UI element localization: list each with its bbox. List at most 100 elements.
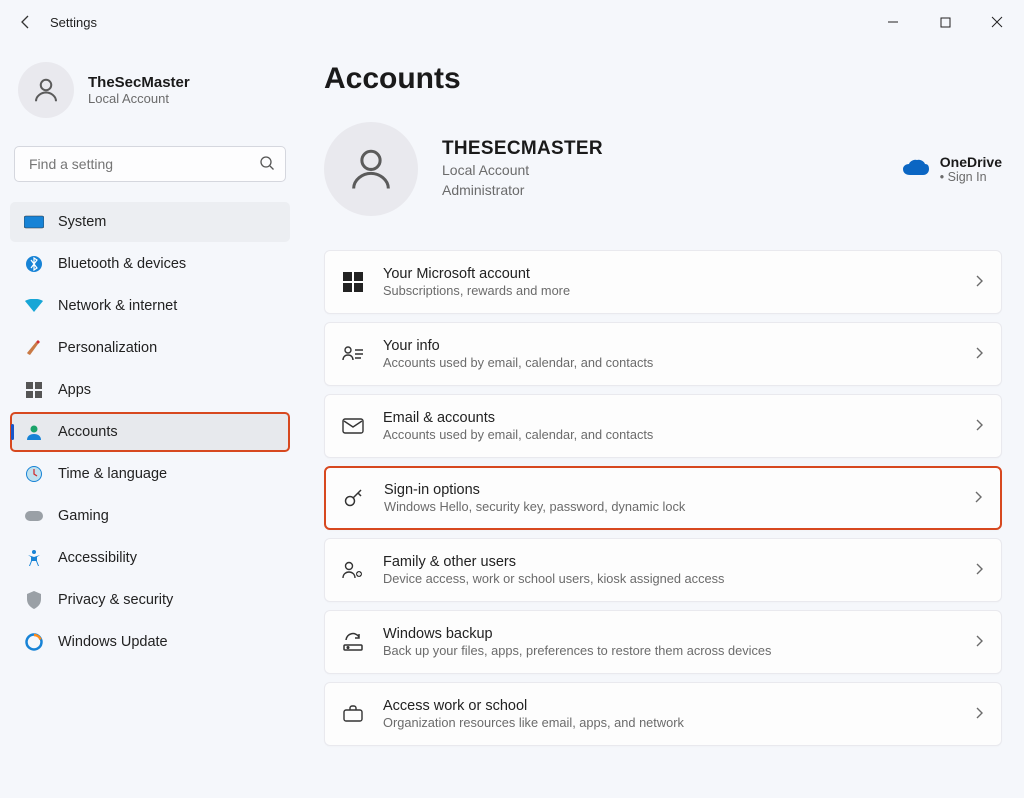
minimize-icon — [887, 16, 899, 28]
avatar — [324, 122, 418, 216]
card-family-users[interactable]: Family & other users Device access, work… — [324, 538, 1002, 602]
sidebar-profile[interactable]: TheSecMaster Local Account — [10, 52, 290, 138]
card-subtitle: Subscriptions, rewards and more — [383, 283, 957, 298]
account-type: Local Account — [442, 160, 603, 180]
key-icon — [342, 486, 366, 510]
onedrive-label: OneDrive — [940, 154, 1002, 170]
sidebar-item-accounts[interactable]: Accounts — [10, 412, 290, 452]
close-button[interactable] — [974, 6, 1020, 38]
chevron-right-icon — [975, 346, 983, 362]
sidebar-item-label: Apps — [58, 382, 91, 398]
sidebar-item-accessibility[interactable]: Accessibility — [10, 538, 290, 578]
apps-icon — [24, 380, 44, 400]
sidebar-item-privacy[interactable]: Privacy & security — [10, 580, 290, 620]
account-header: THESECMASTER Local Account Administrator… — [324, 122, 1002, 216]
profile-subtitle: Local Account — [88, 91, 190, 106]
main-panel: Accounts THESECMASTER Local Account Admi… — [300, 44, 1024, 798]
close-icon — [991, 16, 1003, 28]
email-icon — [341, 414, 365, 438]
onedrive-tile[interactable]: OneDrive Sign In — [902, 154, 1002, 184]
sidebar-item-label: Privacy & security — [58, 592, 173, 608]
sidebar-item-label: Bluetooth & devices — [58, 256, 186, 272]
card-subtitle: Organization resources like email, apps,… — [383, 715, 957, 730]
sidebar-item-label: Personalization — [58, 340, 157, 356]
title-bar: Settings — [0, 0, 1024, 44]
sidebar-nav: System Bluetooth & devices Network & int… — [10, 202, 290, 662]
card-sign-in-options[interactable]: Sign-in options Windows Hello, security … — [324, 466, 1002, 530]
card-microsoft-account[interactable]: Your Microsoft account Subscriptions, re… — [324, 250, 1002, 314]
briefcase-icon — [341, 702, 365, 726]
card-title: Your Microsoft account — [383, 266, 957, 282]
card-subtitle: Accounts used by email, calendar, and co… — [383, 427, 957, 442]
backup-icon — [341, 630, 365, 654]
card-title: Your info — [383, 338, 957, 354]
person-icon — [31, 75, 61, 105]
sidebar-item-label: Windows Update — [58, 634, 168, 650]
card-title: Access work or school — [383, 698, 957, 714]
profile-name: TheSecMaster — [88, 74, 190, 91]
page-title: Accounts — [324, 62, 1002, 96]
sidebar-item-label: Accessibility — [58, 550, 137, 566]
card-subtitle: Device access, work or school users, kio… — [383, 571, 957, 586]
sidebar-item-label: Time & language — [58, 466, 167, 482]
accounts-icon — [24, 422, 44, 442]
maximize-button[interactable] — [922, 6, 968, 38]
person-icon — [345, 143, 397, 195]
chevron-right-icon — [975, 418, 983, 434]
chevron-right-icon — [975, 634, 983, 650]
your-info-icon — [341, 342, 365, 366]
paintbrush-icon — [24, 338, 44, 358]
gaming-icon — [24, 506, 44, 526]
sidebar-item-system[interactable]: System — [10, 202, 290, 242]
sidebar-item-label: System — [58, 214, 106, 230]
window-title: Settings — [50, 15, 97, 30]
sidebar-item-label: Accounts — [58, 424, 118, 440]
chevron-right-icon — [975, 706, 983, 722]
card-windows-backup[interactable]: Windows backup Back up your files, apps,… — [324, 610, 1002, 674]
account-role: Administrator — [442, 180, 603, 200]
maximize-icon — [940, 17, 951, 28]
search-field[interactable] — [27, 155, 249, 173]
chevron-right-icon — [975, 274, 983, 290]
sidebar-item-label: Network & internet — [58, 298, 177, 314]
shield-icon — [24, 590, 44, 610]
card-subtitle: Windows Hello, security key, password, d… — [384, 499, 956, 514]
card-title: Email & accounts — [383, 410, 957, 426]
search-icon — [259, 155, 275, 174]
sidebar-item-label: Gaming — [58, 508, 109, 524]
arrow-left-icon — [18, 14, 34, 30]
search-input[interactable] — [14, 146, 286, 182]
back-button[interactable] — [8, 4, 44, 40]
clock-globe-icon — [24, 464, 44, 484]
update-icon — [24, 632, 44, 652]
account-name: THESECMASTER — [442, 138, 603, 160]
family-icon — [341, 558, 365, 582]
sidebar-item-gaming[interactable]: Gaming — [10, 496, 290, 536]
card-subtitle: Back up your files, apps, preferences to… — [383, 643, 957, 658]
sidebar-item-personalization[interactable]: Personalization — [10, 328, 290, 368]
card-email-accounts[interactable]: Email & accounts Accounts used by email,… — [324, 394, 1002, 458]
sidebar-item-time-language[interactable]: Time & language — [10, 454, 290, 494]
onedrive-icon — [902, 159, 930, 180]
accessibility-icon — [24, 548, 44, 568]
wifi-icon — [24, 296, 44, 316]
bluetooth-icon — [24, 254, 44, 274]
card-subtitle: Accounts used by email, calendar, and co… — [383, 355, 957, 370]
card-work-school[interactable]: Access work or school Organization resou… — [324, 682, 1002, 746]
onedrive-status: Sign In — [940, 170, 1002, 184]
sidebar-item-bluetooth[interactable]: Bluetooth & devices — [10, 244, 290, 284]
microsoft-icon — [341, 270, 365, 294]
avatar — [18, 62, 74, 118]
card-title: Family & other users — [383, 554, 957, 570]
card-your-info[interactable]: Your info Accounts used by email, calend… — [324, 322, 1002, 386]
sidebar-item-windows-update[interactable]: Windows Update — [10, 622, 290, 662]
sidebar-item-network[interactable]: Network & internet — [10, 286, 290, 326]
chevron-right-icon — [975, 562, 983, 578]
system-icon — [24, 212, 44, 232]
sidebar: TheSecMaster Local Account System Blue — [0, 44, 300, 798]
settings-cards: Your Microsoft account Subscriptions, re… — [324, 250, 1002, 770]
sidebar-item-apps[interactable]: Apps — [10, 370, 290, 410]
minimize-button[interactable] — [870, 6, 916, 38]
chevron-right-icon — [974, 490, 982, 506]
card-title: Sign-in options — [384, 482, 956, 498]
